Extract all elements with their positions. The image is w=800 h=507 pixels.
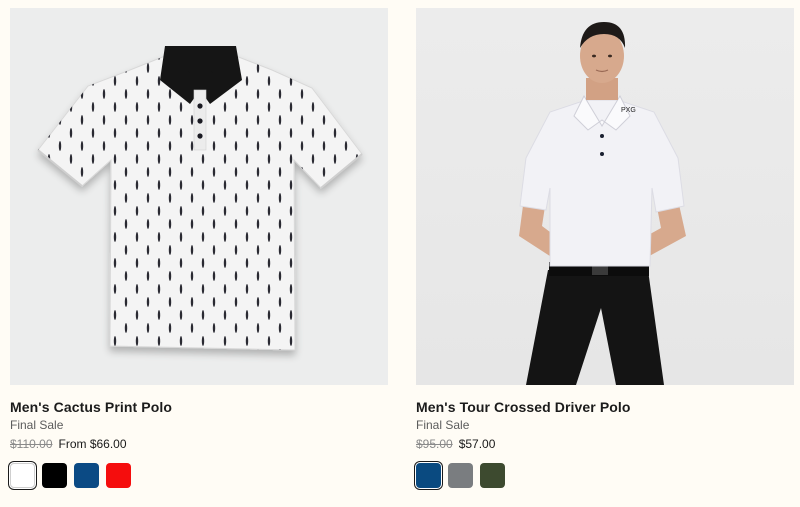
sale-price: $57.00 [458, 437, 496, 451]
final-sale-label: Final Sale [10, 418, 64, 432]
product-image-tour-polo[interactable]: PXG [416, 8, 794, 385]
product-card: PXG Men's Tour Crossed Driver Polo Final… [416, 8, 794, 488]
swatch-red[interactable] [106, 463, 131, 488]
product-card: Men's Cactus Print Polo Final Sale $110.… [10, 8, 388, 488]
final-sale-label: Final Sale [416, 418, 470, 432]
swatch-olive[interactable] [480, 463, 505, 488]
swatch-gray[interactable] [448, 463, 473, 488]
swatch-white[interactable] [10, 463, 35, 488]
original-price: $95.00 [416, 437, 453, 451]
original-price: $110.00 [10, 437, 53, 451]
swatch-navy[interactable] [416, 463, 441, 488]
product-image-cactus-polo[interactable] [10, 8, 388, 385]
sale-price: From $66.00 [58, 437, 127, 451]
swatch-navy[interactable] [74, 463, 99, 488]
product-grid: Men's Cactus Print Polo Final Sale $110.… [0, 0, 800, 507]
swatch-black[interactable] [42, 463, 67, 488]
color-swatches [10, 463, 388, 488]
product-title[interactable]: Men's Tour Crossed Driver Polo [416, 399, 794, 415]
color-swatches [416, 463, 794, 488]
product-title[interactable]: Men's Cactus Print Polo [10, 399, 388, 415]
svg-text:PXG: PXG [621, 107, 636, 114]
price-row: $95.00 $57.00 [416, 437, 794, 451]
price-row: $110.00 From $66.00 [10, 437, 388, 451]
model-wearing-polo-image: PXG [519, 22, 686, 385]
polo-shirt-flatlay-image [37, 46, 363, 351]
